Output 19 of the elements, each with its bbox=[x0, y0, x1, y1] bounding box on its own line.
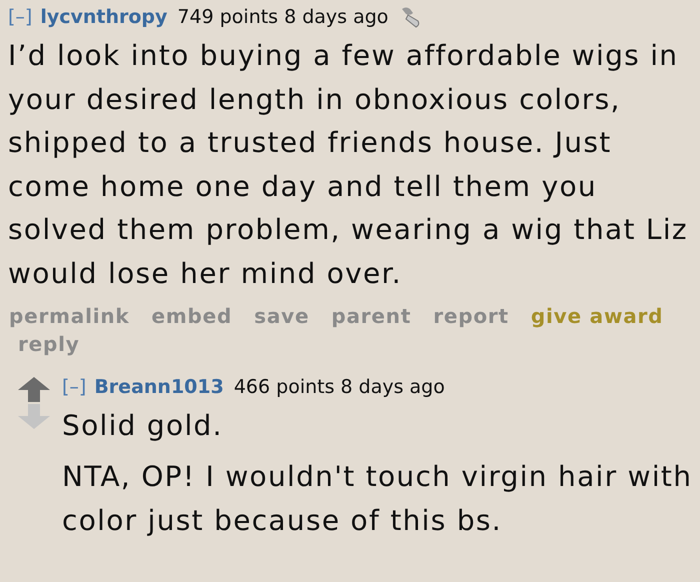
comment-age: 8 days ago bbox=[340, 374, 445, 400]
comment-action-link[interactable]: save bbox=[254, 304, 310, 328]
comment-action-link[interactable]: reply bbox=[18, 332, 80, 356]
comment-action-link[interactable]: report bbox=[433, 304, 509, 328]
collapse-toggle[interactable]: [–] bbox=[8, 4, 32, 30]
comment-text: Solid gold. bbox=[62, 408, 224, 444]
username-link[interactable]: lycvnthropy bbox=[40, 4, 168, 30]
comment-text: NTA, OP! I wouldn't touch virgin hair with color just because of this bs. bbox=[62, 459, 694, 539]
collapse-toggle[interactable]: [–] bbox=[62, 374, 86, 400]
username-link[interactable]: Breann1013 bbox=[94, 374, 224, 400]
comment-action-link[interactable]: parent bbox=[331, 304, 412, 328]
comment-text: I’d look into buying a few affordable wigs in your desired length in obnoxious colors, shipped to a trusted friends house. Just come home one day and tell them you solved them problem, wearing a wig that Liz would lose her mind over. bbox=[8, 38, 689, 292]
comment-action-link[interactable]: permalink bbox=[9, 304, 130, 328]
give-award-link[interactable]: give award bbox=[530, 304, 664, 328]
comment-score: 749 points bbox=[177, 5, 278, 30]
comment-score: 466 points bbox=[234, 374, 334, 400]
comment-action-link[interactable]: embed bbox=[152, 304, 232, 328]
upvote-arrow-icon[interactable] bbox=[17, 376, 51, 402]
comment-age: 8 days ago bbox=[284, 5, 388, 30]
